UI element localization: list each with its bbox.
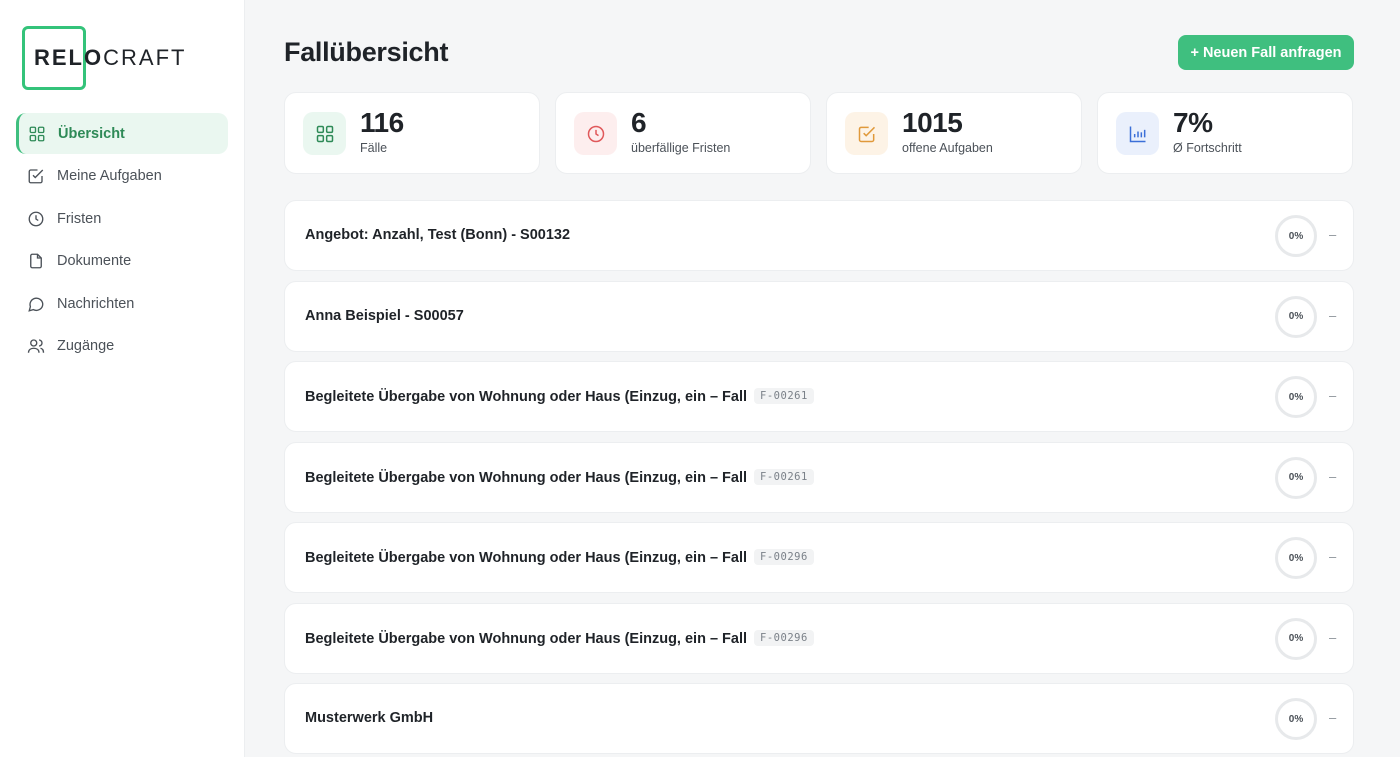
case-code-badge: F-00296 xyxy=(754,549,814,565)
sidebar-item-nachrichten[interactable]: Nachrichten xyxy=(16,283,228,324)
case-title: Musterwerk GmbH xyxy=(305,710,434,726)
stats-row: 116 Fälle 6 überfällige Fristen 1015 off… xyxy=(284,92,1354,174)
case-status: – xyxy=(1329,710,1337,725)
case-row[interactable]: Begleitete Übergabe von Wohnung oder Hau… xyxy=(284,602,1354,674)
case-row[interactable]: Anna Beispiel - S00057 0% – xyxy=(284,280,1354,352)
stat-icon xyxy=(303,112,346,155)
case-title: Begleitete Übergabe von Wohnung oder Hau… xyxy=(305,549,814,566)
grid-icon xyxy=(316,125,333,142)
case-row[interactable]: Begleitete Übergabe von Wohnung oder Hau… xyxy=(284,361,1354,432)
case-title: Begleitete Übergabe von Wohnung oder Hau… xyxy=(305,468,814,486)
sidebar-nav: Übersicht Meine Aufgaben Fristen Dokumen… xyxy=(16,113,228,368)
progress-ring: 0% xyxy=(1275,295,1317,338)
case-title: Begleitete Übergabe von Wohnung oder Hau… xyxy=(305,388,814,405)
case-code-badge: F-00296 xyxy=(754,629,814,646)
stat-value: 7% xyxy=(1173,107,1213,138)
bar-chart-icon xyxy=(1129,126,1145,142)
page-title: Fallübersicht xyxy=(284,37,449,67)
checkbox-icon xyxy=(858,126,875,142)
case-row[interactable]: Musterwerk GmbH 0% – xyxy=(284,683,1354,754)
clock-icon xyxy=(28,211,44,226)
case-row[interactable]: Begleitete Übergabe von Wohnung oder Hau… xyxy=(284,522,1354,593)
sidebar-item-uebersicht[interactable]: Übersicht xyxy=(16,113,228,154)
progress-ring: 0% xyxy=(1275,698,1317,740)
sidebar-item-meine-aufgaben[interactable]: Meine Aufgaben xyxy=(16,156,228,197)
stat-icon xyxy=(845,112,888,155)
stat-card-cases: 116 Fälle xyxy=(284,92,540,174)
checkbox-icon xyxy=(28,169,44,184)
stat-value: 116 xyxy=(360,107,404,138)
case-status: – xyxy=(1329,549,1337,564)
message-icon xyxy=(28,296,44,312)
case-row[interactable]: Angebot: Anzahl, Test (Bonn) - S00132 0%… xyxy=(284,200,1354,271)
sidebar-item-label: Dokumente xyxy=(57,253,132,269)
progress-ring: 0% xyxy=(1275,215,1317,257)
stat-value: 6 xyxy=(631,107,647,138)
sidebar-item-label: Meine Aufgaben xyxy=(57,168,162,184)
new-case-button[interactable]: + Neuen Fall anfragen xyxy=(1178,35,1354,70)
stat-label: überfällige Fristen xyxy=(631,141,731,155)
sidebar-item-label: Übersicht xyxy=(58,125,125,142)
sidebar-item-label: Zugänge xyxy=(57,338,115,354)
progress-ring: 0% xyxy=(1275,537,1317,579)
stat-label: Ø Fortschritt xyxy=(1173,141,1242,155)
stat-label: offene Aufgaben xyxy=(902,141,993,155)
case-status: – xyxy=(1329,468,1337,484)
case-list: Angebot: Anzahl, Test (Bonn) - S00132 0%… xyxy=(284,200,1354,757)
stat-icon xyxy=(1116,112,1159,155)
sidebar-item-zugaenge[interactable]: Zugänge xyxy=(16,326,228,367)
case-code-badge: F-00261 xyxy=(754,468,814,485)
sidebar-item-fristen[interactable]: Fristen xyxy=(16,198,228,239)
stat-value: 1015 xyxy=(902,107,963,138)
sidebar-item-label: Nachrichten xyxy=(57,295,135,312)
case-status: – xyxy=(1329,307,1337,323)
case-status: – xyxy=(1329,629,1337,645)
logo-text: RELOCRAFT xyxy=(34,45,187,70)
case-code-badge: F-00261 xyxy=(754,388,814,404)
document-icon xyxy=(30,253,42,269)
case-title: Begleitete Übergabe von Wohnung oder Hau… xyxy=(305,629,814,647)
clock-icon xyxy=(587,125,604,142)
sidebar-item-label: Fristen xyxy=(57,210,102,227)
stat-card-overdue: 6 überfällige Fristen xyxy=(555,92,811,174)
logo[interactable]: RELOCRAFT xyxy=(22,26,184,90)
progress-ring: 0% xyxy=(1275,617,1317,660)
stat-card-progress: 7% Ø Fortschritt xyxy=(1097,92,1353,174)
grid-icon xyxy=(29,126,45,141)
progress-ring: 0% xyxy=(1275,456,1317,499)
case-title: Angebot: Anzahl, Test (Bonn) - S00132 xyxy=(305,227,571,243)
sidebar-item-dokumente[interactable]: Dokumente xyxy=(16,241,228,282)
progress-ring: 0% xyxy=(1275,376,1317,418)
case-title: Anna Beispiel - S00057 xyxy=(305,307,464,324)
users-icon xyxy=(27,339,45,353)
sidebar: RELOCRAFT Übersicht Meine Aufgaben Frist… xyxy=(0,0,245,757)
stat-icon xyxy=(574,112,617,155)
stat-label: Fälle xyxy=(360,141,388,155)
stat-card-open-tasks: 1015 offene Aufgaben xyxy=(826,92,1082,174)
case-status: – xyxy=(1329,227,1337,242)
case-status: – xyxy=(1329,388,1337,403)
case-row[interactable]: Begleitete Übergabe von Wohnung oder Hau… xyxy=(284,441,1354,513)
